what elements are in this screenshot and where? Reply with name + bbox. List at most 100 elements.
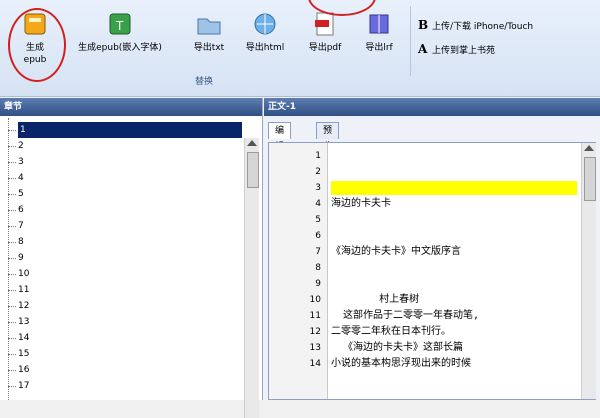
text-panel-title: 正文-1	[264, 98, 600, 116]
chapter-item-label: 8	[18, 237, 24, 247]
tree-guide-line	[8, 118, 9, 400]
editor-line-text[interactable]: 村上春树	[331, 293, 419, 307]
ribbon-right-actions: B 上传/下载 iPhone/Touch A 上传到掌上书苑	[418, 18, 533, 66]
line-number: 12	[309, 327, 321, 337]
tree-branch	[8, 386, 16, 387]
tree-branch	[8, 210, 16, 211]
export-pdf-button[interactable]: 导出pdf	[302, 10, 348, 54]
upload-to-bookstore-button[interactable]: A 上传到掌上书苑	[418, 42, 533, 56]
editor-scrollbar[interactable]	[581, 143, 596, 399]
chapter-scrollbar[interactable]	[244, 138, 259, 418]
line-number: 4	[315, 199, 321, 209]
chapter-item-label: 12	[18, 301, 30, 311]
scroll-up-arrow-icon[interactable]	[247, 140, 257, 146]
export-txt-label: 导出txt	[193, 43, 225, 53]
annotation-circle-epub	[8, 8, 66, 82]
line-number: 3	[315, 183, 321, 193]
chapter-item-label: 10	[18, 269, 30, 279]
chapter-item[interactable]: 1	[8, 122, 242, 138]
line-number: 14	[309, 359, 321, 369]
chapter-item-label: 11	[18, 285, 30, 295]
line-number: 13	[309, 343, 321, 353]
export-pdf-label: 导出pdf	[308, 43, 342, 53]
chapter-item[interactable]: 17	[8, 378, 29, 394]
upload-to-bookstore-label: 上传到掌上书苑	[432, 45, 496, 56]
ribbon-group-caption: 替换	[194, 77, 213, 87]
line-number: 5	[315, 215, 321, 225]
chapter-item-label: 7	[18, 221, 24, 231]
tab-preview[interactable]: 预览	[316, 122, 340, 152]
chapter-item[interactable]: 9	[8, 250, 24, 266]
chapter-panel-title: 章节	[0, 98, 262, 116]
line-number: 6	[315, 231, 321, 241]
generate-epub-embed-font-label: 生成epub(嵌入字体)	[78, 43, 162, 53]
export-html-button[interactable]: 导出html	[240, 10, 290, 54]
svg-text:T: T	[115, 19, 124, 33]
editor-line-text[interactable]: 二零零二年秋在日本刊行。	[331, 325, 451, 339]
lrf-book-icon	[365, 10, 393, 38]
tree-branch	[8, 370, 16, 371]
scrollbar-thumb[interactable]	[247, 152, 259, 188]
chapter-item[interactable]: 5	[8, 186, 24, 202]
upload-download-iphone-button[interactable]: B 上传/下载 iPhone/Touch	[418, 18, 533, 32]
chapter-item[interactable]: 4	[8, 170, 24, 186]
chapter-item-label: 9	[18, 253, 24, 263]
editor-line-text[interactable]: 海边的卡夫卡	[331, 197, 391, 211]
editor-line-text[interactable]: 《海边的卡夫卡》这部长篇	[331, 341, 463, 355]
line-number: 7	[315, 247, 321, 257]
tree-branch	[8, 306, 16, 307]
line-number: 2	[315, 167, 321, 177]
folder-icon	[195, 10, 223, 38]
text-editor[interactable]: 1 2 3 4 海边的卡夫卡 5 6 7 《海边的卡夫卡》中文版序言 8 9 10 村上春树 11 这部…	[268, 142, 596, 400]
line-number: 8	[315, 263, 321, 273]
chapter-item-label: 5	[18, 189, 24, 199]
tree-branch	[8, 290, 16, 291]
editor-line-text[interactable]: 《海边的卡夫卡》中文版序言	[331, 245, 461, 259]
chapter-item[interactable]: 11	[8, 282, 30, 298]
line-number: 10	[309, 295, 321, 305]
editor-scroll-up-arrow-icon[interactable]	[584, 145, 594, 151]
chapter-item-label: 3	[18, 157, 24, 167]
line-number: 11	[309, 311, 321, 321]
export-lrf-label: 导出lrf	[365, 43, 393, 53]
ribbon-toolbar: 生成 epub T 生成epub(嵌入字体) 导出txt 导出html 导出pd…	[0, 0, 600, 97]
editor-line-text[interactable]: 这部作品于二零零一年春动笔,	[331, 309, 479, 323]
chapter-item-label: 1	[20, 125, 26, 135]
chapter-item-label: 4	[18, 173, 24, 183]
tab-edit[interactable]: 编辑	[268, 122, 292, 152]
line-number: 9	[315, 279, 321, 289]
generate-epub-embed-font-button[interactable]: T 生成epub(嵌入字体)	[70, 10, 170, 54]
tree-branch	[8, 162, 16, 163]
chapter-item[interactable]: 12	[8, 298, 30, 314]
shortcut-letter-a: A	[418, 42, 428, 56]
tree-branch	[8, 130, 16, 131]
export-txt-button[interactable]: 导出txt	[186, 10, 232, 54]
highlighted-line	[331, 181, 577, 195]
tree-branch	[8, 178, 16, 179]
chapter-item[interactable]: 15	[8, 346, 30, 362]
chapter-item[interactable]: 2	[8, 138, 24, 154]
chapter-item-label: 2	[18, 141, 24, 151]
chapter-item[interactable]: 13	[8, 314, 29, 330]
editor-scrollbar-thumb[interactable]	[584, 157, 596, 201]
chapter-item[interactable]: 7	[8, 218, 24, 234]
text-panel: 正文-1 编辑 预览 1234海边的卡夫卡567《海边的卡夫卡》中文版序言891…	[264, 98, 600, 400]
chapter-item[interactable]: 16	[8, 362, 29, 378]
line-number: 1	[315, 151, 321, 161]
chapter-item-label: 15	[18, 349, 30, 359]
chapter-item[interactable]: 6	[8, 202, 24, 218]
tree-branch	[8, 274, 16, 275]
editor-line-text[interactable]: 小说的基本构思浮现出来的时候	[331, 357, 471, 371]
chapter-item[interactable]: 8	[8, 234, 24, 250]
chapter-item[interactable]: 3	[8, 154, 24, 170]
chapter-item[interactable]: 10	[8, 266, 30, 282]
chapter-item[interactable]: 14	[8, 330, 29, 346]
tree-branch	[8, 226, 16, 227]
tree-branch	[8, 354, 16, 355]
shortcut-letter-b: B	[418, 18, 429, 32]
tree-branch	[8, 194, 16, 195]
export-lrf-button[interactable]: 导出lrf	[356, 10, 402, 54]
tree-branch	[8, 338, 16, 339]
chapter-panel: 章节 1 2 3 4 5 6 7 8 9 10 11 12 13 14 15 16 17	[0, 98, 263, 418]
tree-branch	[8, 322, 16, 323]
